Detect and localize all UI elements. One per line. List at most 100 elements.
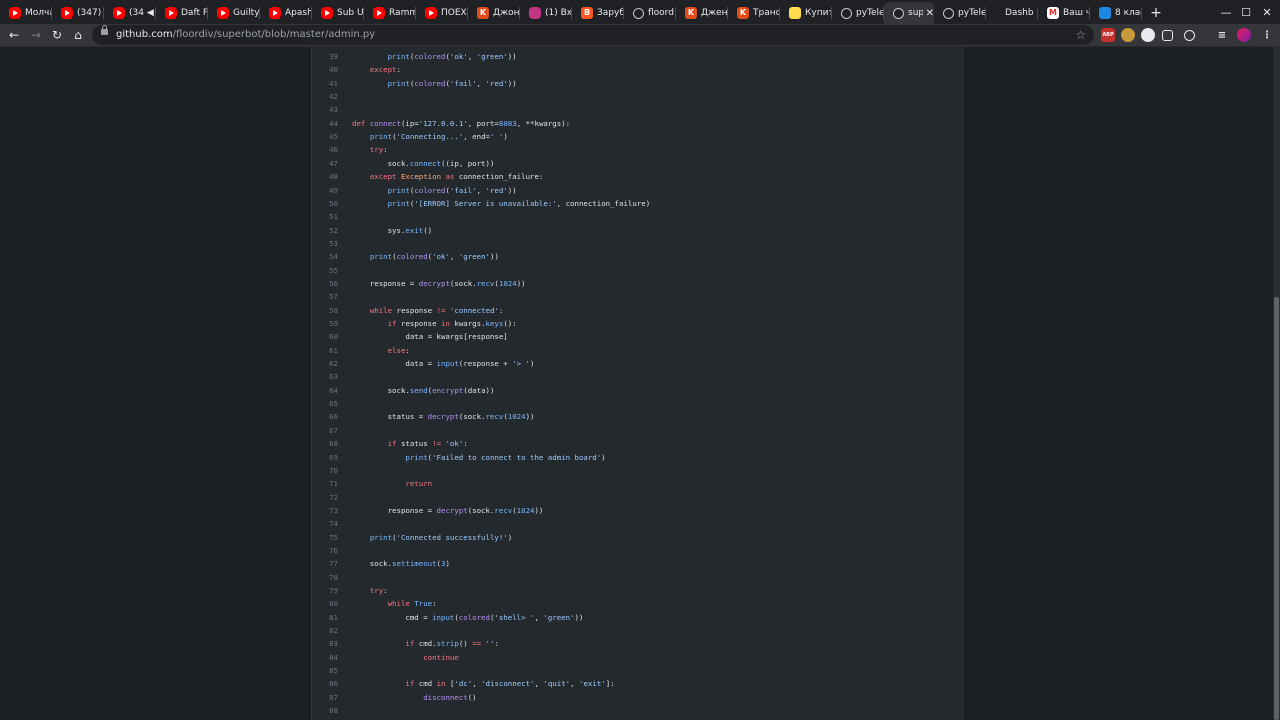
code-text: if cmd.strip() == '': — [352, 637, 499, 650]
line-number[interactable]: 80 — [312, 597, 338, 610]
code-token: colored — [458, 612, 490, 622]
browser-tab[interactable]: ПОЕХ — [416, 2, 468, 24]
home-icon[interactable]: ⌂ — [69, 26, 87, 44]
line-number[interactable]: 69 — [312, 451, 338, 464]
line-number[interactable]: 39 — [312, 50, 338, 63]
line-number[interactable]: 43 — [312, 103, 338, 116]
browser-tab[interactable]: K Транс — [728, 2, 780, 24]
code-text: if response in kwargs.keys(): — [352, 317, 517, 330]
line-number[interactable]: 62 — [312, 357, 338, 370]
cookie-extension-icon[interactable] — [1121, 28, 1135, 42]
line-number[interactable]: 65 — [312, 397, 338, 410]
browser-tab[interactable]: pyTele — [934, 2, 986, 24]
browser-tab[interactable]: B Заруб — [572, 2, 624, 24]
line-number[interactable]: 44 — [312, 117, 338, 130]
reload-icon[interactable]: ↻ — [48, 26, 66, 44]
scrollbar-thumb[interactable] — [1274, 297, 1279, 720]
line-number[interactable]: 61 — [312, 344, 338, 357]
line-number[interactable]: 56 — [312, 277, 338, 290]
line-number[interactable]: 73 — [312, 504, 338, 517]
browser-tab[interactable]: (34 ◀ — [104, 2, 156, 24]
line-number[interactable]: 75 — [312, 531, 338, 544]
menu-icon[interactable]: ⋮ — [1260, 28, 1274, 42]
line-number[interactable]: 57 — [312, 290, 338, 303]
line-number[interactable]: 55 — [312, 264, 338, 277]
line-number[interactable]: 51 — [312, 210, 338, 223]
line-number[interactable]: 79 — [312, 584, 338, 597]
line-number[interactable]: 77 — [312, 557, 338, 570]
line-number[interactable]: 45 — [312, 130, 338, 143]
line-number[interactable]: 53 — [312, 237, 338, 250]
maximize-icon[interactable]: ☐ — [1235, 0, 1257, 24]
line-number[interactable]: 66 — [312, 410, 338, 423]
browser-tab[interactable]: K Джон — [468, 2, 520, 24]
reading-list-icon[interactable]: ≡ — [1215, 28, 1229, 42]
line-number[interactable]: 42 — [312, 90, 338, 103]
browser-tab[interactable]: Молча — [0, 2, 52, 24]
browser-tab[interactable]: 8 клас — [1090, 2, 1142, 24]
code-token: (sock. — [458, 412, 486, 422]
browser-tab[interactable]: sup ✕ — [884, 2, 934, 24]
address-bar[interactable]: github.com/floordiv/superbot/blob/master… — [92, 25, 1094, 45]
vpn-extension-icon[interactable] — [1141, 28, 1155, 42]
browser-tab[interactable]: Daft P — [156, 2, 208, 24]
close-tab-icon[interactable]: ✕ — [926, 8, 934, 19]
line-number[interactable]: 72 — [312, 491, 338, 504]
forward-icon[interactable]: → — [27, 26, 45, 44]
line-number[interactable]: 49 — [312, 184, 338, 197]
back-icon[interactable]: ← — [5, 26, 23, 44]
line-number[interactable]: 46 — [312, 143, 338, 156]
line-number[interactable]: 76 — [312, 544, 338, 557]
browser-tab[interactable]: Sub U — [312, 2, 364, 24]
line-number[interactable]: 88 — [312, 704, 338, 717]
minimize-icon[interactable]: — — [1215, 0, 1237, 24]
line-number[interactable]: 67 — [312, 424, 338, 437]
line-number[interactable]: 40 — [312, 63, 338, 76]
code-token: decrypt — [436, 505, 468, 515]
line-number[interactable]: 74 — [312, 517, 338, 530]
line-number[interactable]: 54 — [312, 250, 338, 263]
line-number[interactable]: 60 — [312, 330, 338, 343]
line-number[interactable]: 52 — [312, 224, 338, 237]
line-number[interactable]: 82 — [312, 624, 338, 637]
browser-tab[interactable]: pyTele — [832, 2, 884, 24]
line-number[interactable]: 70 — [312, 464, 338, 477]
line-number[interactable]: 84 — [312, 651, 338, 664]
line-number[interactable]: 41 — [312, 77, 338, 90]
browser-tab[interactable]: (347) Y — [52, 2, 104, 24]
avatar[interactable] — [1237, 28, 1251, 42]
line-number[interactable]: 78 — [312, 571, 338, 584]
grid-extension-icon[interactable] — [1162, 30, 1173, 41]
line-number[interactable]: 50 — [312, 197, 338, 210]
line-number[interactable]: 63 — [312, 370, 338, 383]
line-number[interactable]: 48 — [312, 170, 338, 183]
browser-tab[interactable]: Dashb — [986, 2, 1038, 24]
code-token: print — [369, 532, 393, 542]
url-text[interactable]: github.com/floordiv/superbot/blob/master… — [116, 25, 375, 45]
line-number[interactable]: 71 — [312, 477, 338, 490]
browser-tab[interactable]: floord — [624, 2, 676, 24]
line-number[interactable]: 85 — [312, 664, 338, 677]
github-extension-icon[interactable] — [1184, 30, 1195, 41]
window-close-icon[interactable]: ✕ — [1256, 0, 1278, 24]
line-number[interactable]: 68 — [312, 437, 338, 450]
bookmark-star-icon[interactable]: ☆ — [1075, 25, 1086, 45]
browser-tab[interactable]: Guilty — [208, 2, 260, 24]
line-number[interactable]: 47 — [312, 157, 338, 170]
line-number[interactable]: 59 — [312, 317, 338, 330]
browser-tab[interactable]: Ramm — [364, 2, 416, 24]
line-number[interactable]: 81 — [312, 611, 338, 624]
line-number[interactable]: 86 — [312, 677, 338, 690]
browser-tab[interactable]: M Ваш ч — [1038, 2, 1090, 24]
line-number[interactable]: 83 — [312, 637, 338, 650]
line-number[interactable]: 64 — [312, 384, 338, 397]
line-number[interactable]: 87 — [312, 691, 338, 704]
adblock-extension-icon[interactable]: ABP — [1101, 28, 1115, 42]
browser-tab[interactable]: (1) Вх — [520, 2, 572, 24]
line-number[interactable]: 58 — [312, 304, 338, 317]
browser-tab[interactable]: Купит — [780, 2, 832, 24]
browser-tab[interactable]: Apash — [260, 2, 312, 24]
new-tab-button[interactable]: + — [1142, 2, 1170, 24]
browser-tab[interactable]: K Джен — [676, 2, 728, 24]
